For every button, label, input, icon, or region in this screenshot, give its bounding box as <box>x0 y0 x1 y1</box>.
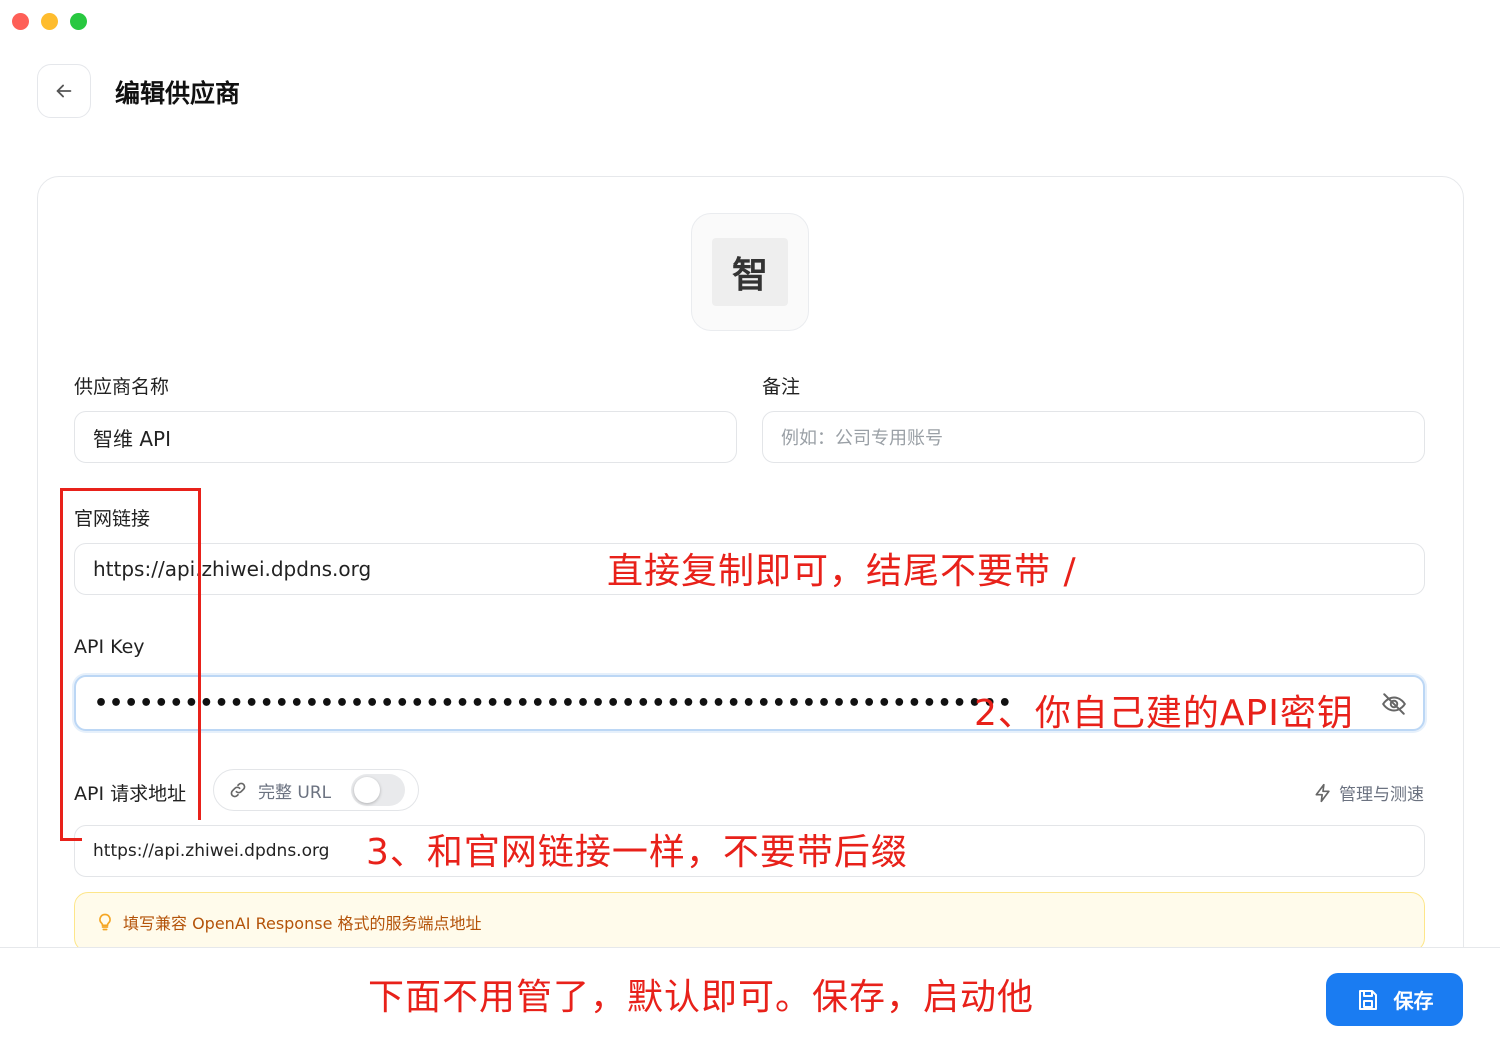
apikey-masked-value: ••••••••••••••••••••••••••••••••••••••••… <box>94 690 1013 716</box>
annotation-bracket-left <box>60 488 63 841</box>
annotation-bracket-right <box>198 488 201 820</box>
full-url-toggle[interactable] <box>351 774 405 806</box>
full-url-toggle-chip[interactable]: 完整 URL <box>213 769 419 811</box>
window-controls <box>12 13 87 30</box>
endpoint-hint: 填写兼容 OpenAI Response 格式的服务端点地址 <box>74 892 1425 952</box>
website-input-value: https://api.zhiwei.dpdns.org <box>93 557 372 581</box>
eye-off-icon[interactable] <box>1381 691 1407 722</box>
lightbulb-icon <box>99 913 111 931</box>
note-label: 备注 <box>762 376 801 398</box>
page-title: 编辑供应商 <box>115 79 241 108</box>
annotation-copy-note: 直接复制即可，结尾不要带 / <box>607 551 1077 592</box>
link-icon <box>230 782 246 798</box>
manage-speedtest-button[interactable]: 管理与测速 <box>1313 780 1424 805</box>
website-label: 官网链接 <box>74 508 151 530</box>
zoom-window-button[interactable] <box>70 13 87 30</box>
note-input[interactable]: 例如：公司专用账号 <box>762 411 1425 463</box>
full-url-label: 完整 URL <box>258 782 332 803</box>
arrow-left-icon <box>56 84 72 98</box>
hint-text: 填写兼容 OpenAI Response 格式的服务端点地址 <box>123 914 482 933</box>
annotation-apikey-note: 2、你自己建的API密钥 <box>974 693 1354 734</box>
annotation-bracket-bottom <box>60 838 82 841</box>
endpoint-input-value: https://api.zhiwei.dpdns.org <box>93 841 330 861</box>
close-window-button[interactable] <box>12 13 29 30</box>
name-input[interactable]: 智维 API <box>74 411 737 463</box>
name-input-value: 智维 API <box>93 426 171 451</box>
back-button[interactable] <box>37 64 91 118</box>
endpoint-label: API 请求地址 <box>74 783 187 805</box>
annotation-endpoint-note: 3、和官网链接一样，不要带后缀 <box>366 832 908 873</box>
provider-logo-char: 智 <box>712 238 788 306</box>
minimize-window-button[interactable] <box>41 13 58 30</box>
save-label: 保存 <box>1393 989 1434 1013</box>
manage-label: 管理与测速 <box>1339 785 1424 805</box>
apikey-label: API Key <box>74 636 145 658</box>
name-label: 供应商名称 <box>74 376 170 398</box>
save-button[interactable]: 保存 <box>1326 973 1463 1026</box>
provider-logo[interactable]: 智 <box>691 213 809 331</box>
note-input-placeholder: 例如：公司专用账号 <box>781 428 943 449</box>
annotation-save-note: 下面不用管了，默认即可。保存，启动他 <box>368 977 1035 1018</box>
annotation-bracket-top <box>60 488 201 491</box>
save-icon <box>1358 989 1377 1010</box>
lightning-icon <box>1315 783 1330 802</box>
